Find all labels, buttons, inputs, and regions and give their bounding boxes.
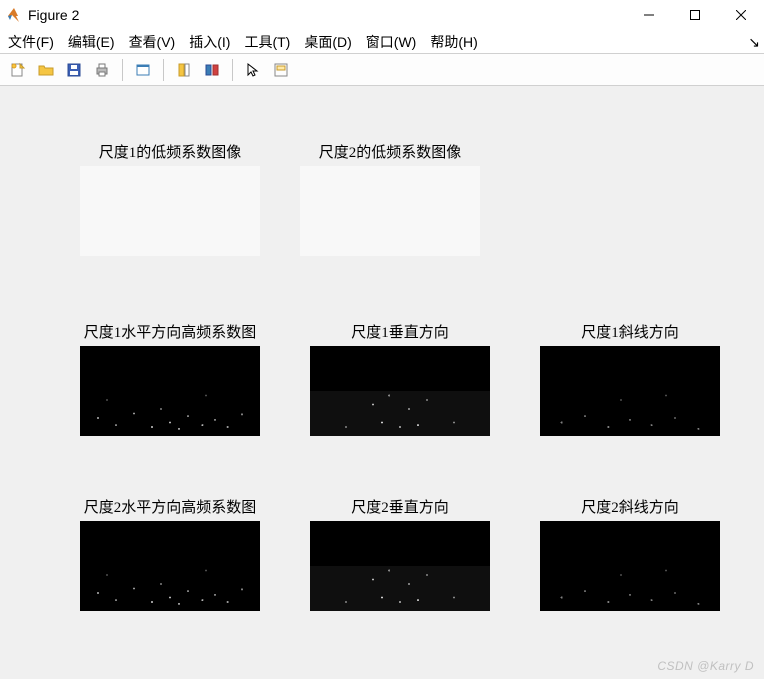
toolbar-separator <box>232 59 233 81</box>
open-button[interactable] <box>34 58 58 82</box>
subplot-title: 尺度1垂直方向 <box>351 321 449 342</box>
subplot-title: 尺度2的低频系数图像 <box>319 141 462 162</box>
edit-plot-button[interactable] <box>131 58 155 82</box>
subplot-title: 尺度1的低频系数图像 <box>99 141 242 162</box>
subplot-scale1-horizontal: 尺度1水平方向高频系数图 <box>80 321 260 436</box>
titlebar: Figure 2 <box>0 0 764 30</box>
subplot-title: 尺度1斜线方向 <box>581 321 679 342</box>
axes-image[interactable] <box>540 521 720 611</box>
window-controls <box>626 0 764 29</box>
insert-colorbar-button[interactable] <box>200 58 224 82</box>
subplot-scale2-low: 尺度2的低频系数图像 <box>300 141 480 256</box>
subplot-scale1-diagonal: 尺度1斜线方向 <box>540 321 720 436</box>
watermark-text: CSDN @Karry D <box>657 659 754 673</box>
new-figure-button[interactable] <box>6 58 30 82</box>
subplot-title: 尺度2垂直方向 <box>351 496 449 517</box>
axes-image[interactable] <box>310 346 490 436</box>
toolbar-separator <box>163 59 164 81</box>
print-button[interactable] <box>90 58 114 82</box>
axes-image[interactable] <box>80 346 260 436</box>
figure-canvas[interactable]: 尺度1的低频系数图像 尺度2的低频系数图像 尺度1水平方向高频系数图 尺度1垂直… <box>0 86 764 679</box>
toolbar <box>0 54 764 86</box>
subplot-title: 尺度2斜线方向 <box>581 496 679 517</box>
axes-image[interactable] <box>540 346 720 436</box>
menu-help[interactable]: 帮助(H) <box>430 32 477 52</box>
window-title: Figure 2 <box>28 7 79 23</box>
axes-image[interactable] <box>310 521 490 611</box>
menubar: 文件(F) 编辑(E) 查看(V) 插入(I) 工具(T) 桌面(D) 窗口(W… <box>0 30 764 54</box>
subplot-scale1-low: 尺度1的低频系数图像 <box>80 141 260 256</box>
toolbar-separator <box>122 59 123 81</box>
subplot-title: 尺度2水平方向高频系数图 <box>84 496 257 517</box>
minimize-button[interactable] <box>626 0 672 30</box>
subplot-scale2-diagonal: 尺度2斜线方向 <box>540 496 720 611</box>
axes-image[interactable] <box>80 166 260 256</box>
menu-window[interactable]: 窗口(W) <box>366 32 417 52</box>
cursor-button[interactable] <box>241 58 265 82</box>
menu-desktop[interactable]: 桌面(D) <box>304 32 351 52</box>
menu-file[interactable]: 文件(F) <box>8 32 54 52</box>
maximize-button[interactable] <box>672 0 718 30</box>
menu-view[interactable]: 查看(V) <box>129 32 176 52</box>
axes-image[interactable] <box>300 166 480 256</box>
close-button[interactable] <box>718 0 764 30</box>
subplot-scale2-vertical: 尺度2垂直方向 <box>310 496 490 611</box>
menu-tools[interactable]: 工具(T) <box>244 32 290 52</box>
subplot-title: 尺度1水平方向高频系数图 <box>84 321 257 342</box>
data-cursor-button[interactable] <box>269 58 293 82</box>
menu-edit[interactable]: 编辑(E) <box>68 32 115 52</box>
menu-insert[interactable]: 插入(I) <box>189 32 230 52</box>
subplot-scale2-horizontal: 尺度2水平方向高频系数图 <box>80 496 260 611</box>
axes-image[interactable] <box>80 521 260 611</box>
menu-overflow-icon[interactable]: ↘ <box>748 34 760 51</box>
matlab-icon <box>6 7 22 23</box>
link-axes-button[interactable] <box>172 58 196 82</box>
subplot-scale1-vertical: 尺度1垂直方向 <box>310 321 490 436</box>
save-button[interactable] <box>62 58 86 82</box>
